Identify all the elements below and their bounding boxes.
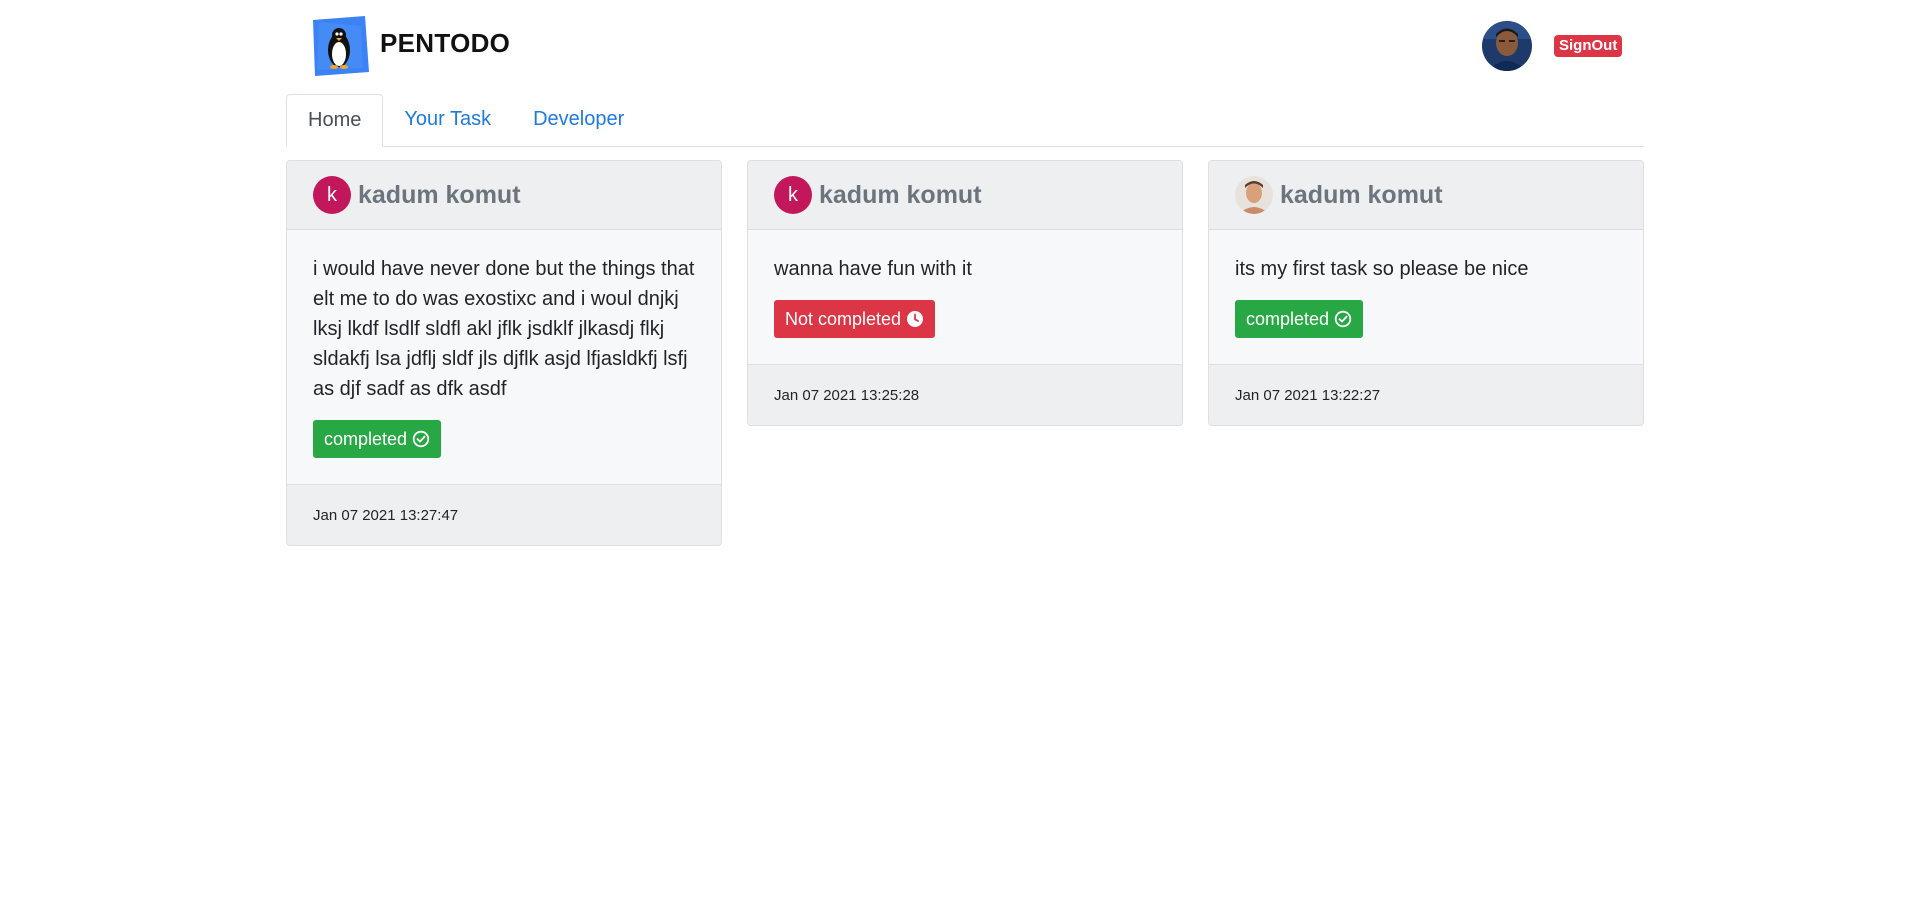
tab-your-task[interactable]: Your Task: [383, 94, 512, 147]
card-author: kadum komut: [358, 180, 521, 209]
tab-developer[interactable]: Developer: [512, 94, 645, 147]
card-footer: Jan 07 2021 13:22:27: [1209, 364, 1643, 425]
task-timestamp: Jan 07 2021 13:22:27: [1235, 386, 1381, 404]
task-timestamp: Jan 07 2021 13:25:28: [774, 386, 920, 404]
author-avatar: k: [313, 176, 351, 214]
card-header: k kadum komut: [748, 161, 1182, 230]
task-card: k kadum komut i would have never done bu…: [286, 160, 722, 546]
task-card: kadum komut its my first task so please …: [1208, 160, 1644, 426]
card-body: i would have never done but the things t…: [287, 230, 721, 484]
card-header: kadum komut: [1209, 161, 1643, 230]
status-label: Not completed: [785, 308, 902, 329]
card-footer: Jan 07 2021 13:27:47: [287, 484, 721, 545]
card-author: kadum komut: [1280, 180, 1443, 209]
card-author: kadum komut: [819, 180, 982, 209]
status-button[interactable]: completed: [1235, 300, 1364, 338]
status-button[interactable]: Not completed: [774, 300, 936, 338]
card-header: k kadum komut: [287, 161, 721, 230]
status-label: completed: [324, 428, 408, 449]
check-circle-icon: [1334, 310, 1352, 328]
task-text: i would have never done but the things t…: [313, 258, 695, 400]
task-timestamp: Jan 07 2021 13:27:47: [313, 506, 459, 524]
signout-button[interactable]: SignOut: [1554, 35, 1623, 57]
status-label: completed: [1246, 308, 1330, 329]
task-card: k kadum komut wanna have fun with it Not…: [747, 160, 1183, 426]
clock-icon: [907, 311, 924, 327]
card-body: its my first task so please be nice comp…: [1209, 230, 1643, 364]
tab-home[interactable]: Home: [286, 94, 384, 147]
user-avatar[interactable]: [1482, 21, 1532, 71]
status-button[interactable]: completed: [313, 420, 442, 458]
penguin-logo-icon[interactable]: [309, 16, 369, 76]
task-text: its my first task so please be nice: [1235, 258, 1529, 280]
card-footer: Jan 07 2021 13:25:28: [748, 364, 1182, 425]
author-avatar: [1235, 176, 1273, 214]
nav-tabs: Home Your Task Developer: [286, 94, 1644, 147]
check-circle-icon: [412, 430, 430, 448]
author-avatar: k: [774, 176, 812, 214]
page-container: PENTODO SignOut Home Your Task Developer…: [286, 0, 1644, 546]
brand-title: PENTODO: [380, 28, 511, 58]
task-text: wanna have fun with it: [774, 258, 972, 280]
header: PENTODO SignOut: [286, 0, 1644, 94]
card-body: wanna have fun with it Not completed: [748, 230, 1182, 364]
